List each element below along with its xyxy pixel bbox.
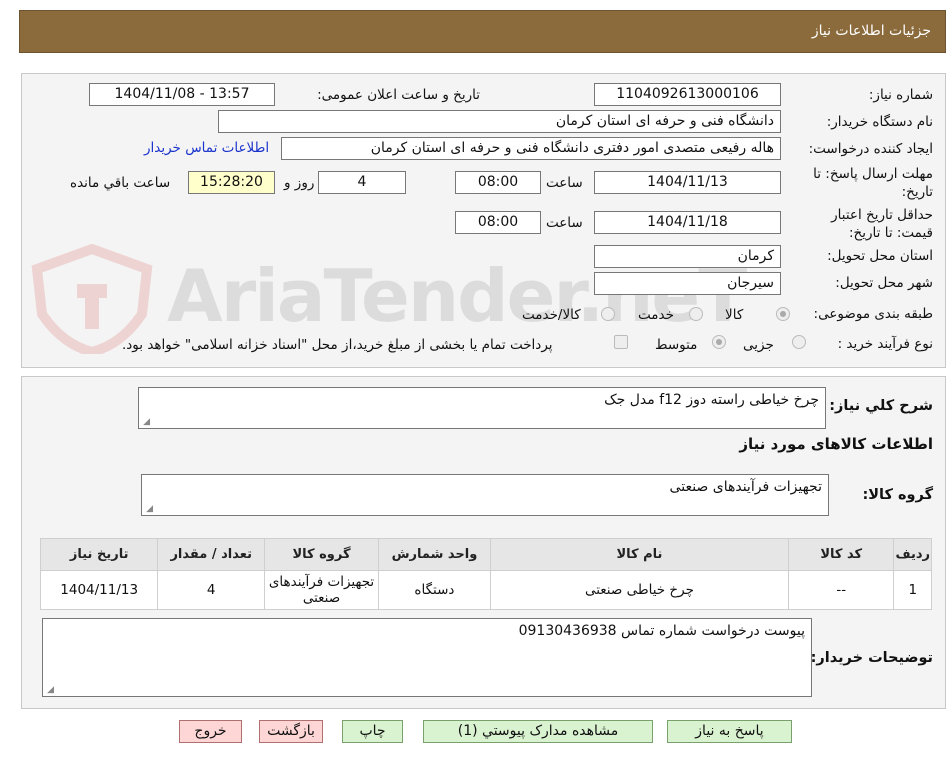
category-goods-service-radio[interactable] [601,307,615,321]
col-row: ردیف [893,538,932,571]
resize-grip-icon[interactable]: ◢ [46,686,54,695]
buyer-notes-textarea[interactable]: پیوست درخواست شماره تماس 09130436938 ◢ [42,618,812,697]
goods-group-text: تجهیزات فرآیندهای صنعتی [669,479,822,495]
cell-goods-code: -- [787,570,895,610]
view-attachments-button[interactable]: مشاهده مدارک پیوستي (1) [423,720,653,743]
summary-textarea[interactable]: چرخ خیاطی راسته دوز f12 مدل جک ◢ [138,387,826,429]
buyer-notes-label: توضیحات خریدار: [810,650,933,666]
reply-to-need-button[interactable]: پاسخ به نیاز [667,720,792,743]
city-label: شهر محل تحویل: [835,275,933,291]
goods-group-textarea[interactable]: تجهیزات فرآیندهای صنعتی ◢ [141,474,829,516]
validity-time-field: 08:00 [455,211,541,234]
col-goods-code: کد کالا [787,538,895,571]
page-title: جزئیات اطلاعات نیاز [811,23,931,39]
category-goods-radio[interactable] [776,307,790,321]
need-details-panel: شرح کلي نياز: چرخ خیاطی راسته دوز f12 مد… [21,376,946,709]
summary-text: چرخ خیاطی راسته دوز f12 مدل جک [604,392,819,408]
announce-date-field: 1404/11/08 - 13:57 [89,83,275,106]
print-button[interactable]: چاپ [342,720,403,743]
back-button[interactable]: بازگشت [259,720,323,743]
cell-goods-name: چرخ خیاطی صنعتی [489,570,790,610]
cell-quantity: 4 [157,570,266,610]
exit-button[interactable]: خروج [179,720,242,743]
buyer-notes-text: پیوست درخواست شماره تماس 09130436938 [518,623,805,639]
need-number-field: 1104092613000106 [594,83,781,106]
process-minor-radio[interactable] [792,335,806,349]
summary-label: شرح کلي نياز: [829,398,933,414]
col-unit: واحد شمارش [377,538,491,571]
category-service-radio[interactable] [689,307,703,321]
remaining-time-field: 15:28:20 [188,171,275,194]
request-creator-label: ایجاد کننده درخواست: [808,141,933,157]
validity-hour-label: ساعت [546,215,583,231]
validity-date-field: 1404/11/18 [594,211,781,234]
category-goods-label: کالا [725,307,744,323]
remaining-days-field: 4 [318,171,406,194]
process-minor-label: جزیی [743,337,774,353]
treasury-payment-checkbox[interactable] [614,335,628,349]
announce-date-label: تاریخ و ساعت اعلان عمومی: [317,87,480,103]
process-type-label: نوع فرآیند خرید : [837,336,933,352]
col-need-date: تاریخ نیاز [39,538,159,571]
goods-table: ردیف کد کالا نام کالا واحد شمارش گروه کا… [39,538,932,610]
col-goods-group: گروه کالا [264,538,379,571]
cell-row: 1 [893,570,932,610]
city-field: سیرجان [594,272,781,295]
price-validity-label: حداقل تاریخ اعتبار قیمت: تا تاریخ: [831,207,933,241]
page-header: جزئیات اطلاعات نیاز [19,10,946,53]
table-header-row: ردیف کد کالا نام کالا واحد شمارش گروه کا… [39,538,932,571]
reply-time-field: 08:00 [455,171,541,194]
goods-group-label: گروه کالا: [862,487,933,503]
need-info-panel: AriaTender.neT شماره نیاز: 1104092613000… [21,73,946,368]
province-label: استان محل تحویل: [827,248,933,264]
need-number-label: شماره نیاز: [868,87,933,103]
table-row: 1 -- چرخ خیاطی صنعتی دستگاه تجهیزات فرآی… [39,570,932,610]
buyer-contact-link[interactable]: اطلاعات تماس خریدار [144,140,269,156]
process-medium-radio[interactable] [712,335,726,349]
cell-unit: دستگاه [377,570,491,610]
days-label: روز و [284,175,315,191]
province-field: کرمان [594,245,781,268]
buyer-org-label: نام دستگاه خریدار: [826,114,933,130]
request-creator-field: هاله رفیعی متصدی امور دفتری دانشگاه فنی … [281,137,781,160]
remaining-time-label: ساعت باقي مانده [70,175,171,191]
resize-grip-icon[interactable]: ◢ [142,418,150,427]
process-medium-label: متوسط [655,337,698,353]
cell-goods-group: تجهیزات فرآیندهای صنعتی [264,570,379,610]
cell-need-date: 1404/11/13 [39,570,159,610]
reply-hour-label: ساعت [546,175,583,191]
category-goods-service-label: کالا/خدمت [522,307,581,323]
reply-date-field: 1404/11/13 [594,171,781,194]
col-goods-name: نام کالا [489,538,790,571]
reply-deadline-label: مهلت ارسال پاسخ: تا تاریخ: [813,166,933,200]
goods-info-title: اطلاعات کالاهای مورد نیاز [739,435,933,453]
resize-grip-icon[interactable]: ◢ [145,505,153,514]
treasury-payment-note: پرداخت تمام یا بخشی از مبلغ خرید،از محل … [122,337,553,353]
buyer-org-field: دانشگاه فنی و حرفه ای استان کرمان [218,110,781,133]
col-quantity: تعداد / مقدار [157,538,266,571]
category-service-label: خدمت [638,307,674,323]
category-label: طبقه بندی موضوعی: [813,306,933,322]
